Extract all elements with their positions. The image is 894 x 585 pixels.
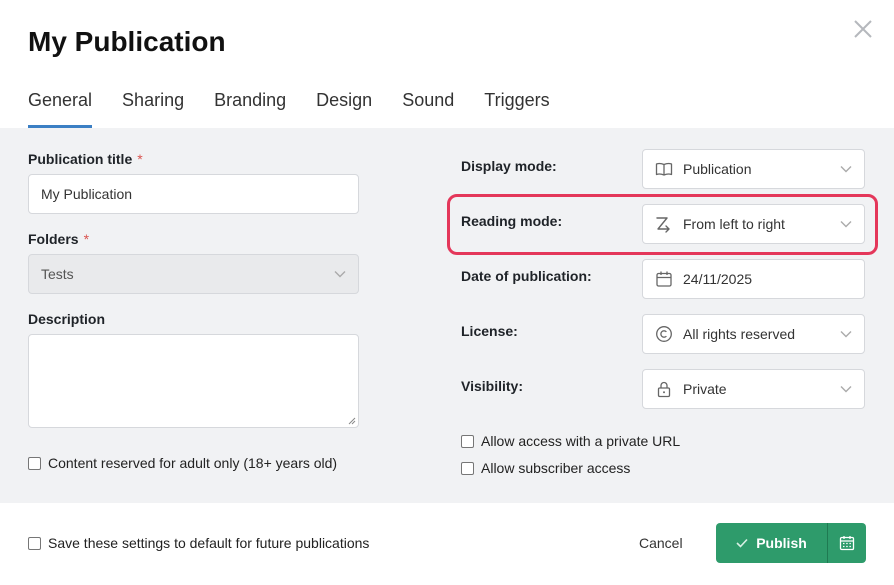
dialog-title: My Publication [28,26,226,57]
close-icon[interactable] [852,18,874,40]
publish-button-group: Publish [716,523,866,563]
save-default-label: Save these settings to default for futur… [48,535,370,551]
subscriber-access-label: Allow subscriber access [481,460,631,476]
private-url-label: Allow access with a private URL [481,433,681,449]
tab-bar: General Sharing Branding Design Sound Tr… [28,90,580,130]
cancel-button[interactable]: Cancel [639,535,683,551]
publish-button[interactable]: Publish [716,523,827,563]
license-label: License: [461,323,518,339]
checkbox-box[interactable] [28,536,41,550]
display-mode-label: Display mode: [461,158,557,174]
publication-title-input[interactable]: My Publication [28,174,359,214]
date-of-publication-input[interactable]: 24/11/2025 [642,259,865,299]
subscriber-access-checkbox[interactable]: Allow subscriber access [461,460,630,476]
reading-mode-label: Reading mode: [461,213,563,229]
copyright-icon [656,326,672,342]
book-icon [655,162,673,176]
publication-title-value: My Publication [41,186,133,202]
visibility-label: Visibility: [461,378,523,394]
publish-label: Publish [756,535,807,551]
display-mode-select[interactable]: Publication [642,149,865,189]
description-label: Description [28,311,106,327]
checkbox-box[interactable] [461,461,474,475]
required-mark: * [137,151,143,167]
chevron-down-icon [840,221,852,228]
chevron-down-icon [334,271,346,278]
date-value: 24/11/2025 [683,271,753,287]
private-url-checkbox[interactable]: Allow access with a private URL [461,433,680,449]
checkbox-box[interactable] [28,456,41,470]
visibility-select[interactable]: Private [642,369,865,409]
tab-general[interactable]: General [28,90,93,128]
reading-mode-value: From left to right [683,216,785,232]
tab-sound[interactable]: Sound [402,90,454,128]
checkbox-box[interactable] [461,434,474,448]
required-mark: * [83,231,90,247]
check-icon [736,538,748,548]
lock-icon [657,381,671,398]
reading-direction-icon [656,217,670,233]
folders-label: Folders * [28,231,90,247]
save-default-checkbox[interactable]: Save these settings to default for futur… [28,535,369,551]
tab-design[interactable]: Design [316,90,372,128]
reading-mode-select[interactable]: From left to right [642,204,865,244]
resize-handle-icon [348,417,356,425]
visibility-value: Private [683,381,727,397]
chevron-down-icon [840,166,852,173]
license-value: All rights reserved [683,326,796,342]
description-textarea[interactable] [28,334,359,428]
license-select[interactable]: All rights reserved [642,314,865,354]
calendar-icon [839,536,855,551]
folders-value: Tests [41,266,74,282]
chevron-down-icon [840,331,852,338]
date-of-publication-label: Date of publication: [461,268,592,284]
adult-content-checkbox[interactable]: Content reserved for adult only (18+ yea… [28,455,337,471]
tab-sharing[interactable]: Sharing [122,90,184,128]
chevron-down-icon [840,386,852,393]
calendar-icon [656,271,672,287]
display-mode-value: Publication [683,161,752,177]
tab-triggers[interactable]: Triggers [484,90,549,128]
folders-select[interactable]: Tests [28,254,359,294]
publication-title-label: Publication title * [28,151,143,167]
tab-branding[interactable]: Branding [214,90,286,128]
adult-content-label: Content reserved for adult only (18+ yea… [48,455,338,471]
schedule-publish-button[interactable] [828,523,866,563]
